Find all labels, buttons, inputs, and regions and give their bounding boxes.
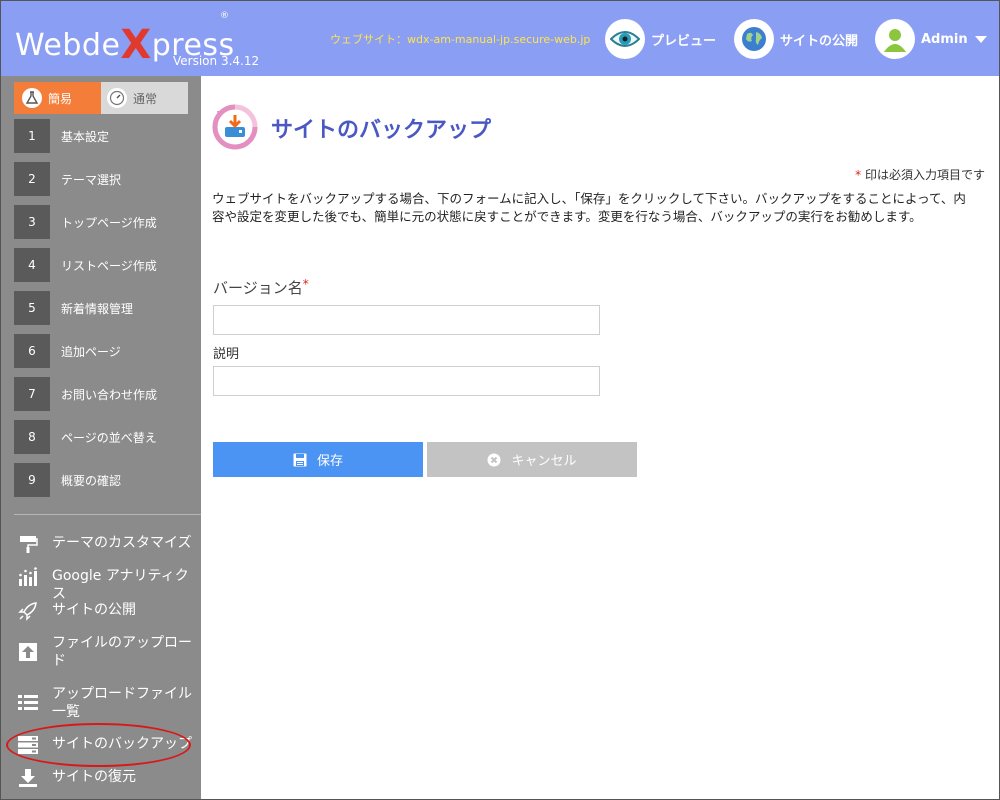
version-name-label: バージョン名* (213, 277, 309, 298)
sidebar: 簡易 通常 1 基本設定 2 テーマ選択 3 トップページ作成 4 リストページ… (1, 76, 201, 799)
bar-chart-icon (17, 567, 39, 587)
required-asterisk: * (302, 277, 309, 291)
download-icon (17, 768, 39, 788)
step-number: 3 (14, 205, 50, 239)
step-number: 6 (14, 334, 50, 368)
required-note: * 印は必須入力項目です (855, 166, 985, 183)
paint-roller-icon (17, 534, 39, 554)
server-icon (17, 735, 39, 755)
version-label: Version 3.4.12 (173, 54, 260, 68)
menu-label: サイトのバックアップ (52, 736, 192, 752)
step-number: 9 (14, 463, 50, 497)
mode-normal-tab[interactable]: 通常 (101, 82, 188, 114)
gauge-icon (107, 88, 127, 108)
step-label: リストページ作成 (61, 258, 157, 273)
menu-label: サイトの復元 (52, 769, 136, 785)
step-number: 4 (14, 248, 50, 282)
menu-site-restore[interactable]: サイトの復元 (17, 768, 192, 788)
menu-theme-customize[interactable]: テーマのカスタマイズ (17, 534, 192, 554)
chevron-down-icon (974, 35, 987, 43)
logo-x: X (120, 22, 152, 68)
step-item[interactable]: 1 基本設定 (14, 119, 201, 153)
menu-label: アップロードファイル一覧 (52, 686, 192, 720)
step-item[interactable]: 2 テーマ選択 (14, 162, 201, 196)
step-number: 8 (14, 420, 50, 454)
sidebar-divider (14, 514, 201, 515)
list-icon (17, 693, 39, 713)
beaker-icon (22, 88, 42, 108)
page-description: ウェブサイトをバックアップする場合、下のフォームに記入し、「保存」をクリックして… (212, 191, 966, 224)
menu-site-backup[interactable]: サイトのバックアップ (17, 735, 192, 755)
menu-uploaded-files[interactable]: アップロードファイル一覧 (17, 685, 192, 721)
menu-google-analytics[interactable]: Google アナリティクス (17, 567, 192, 603)
step-number: 7 (14, 377, 50, 411)
admin-menu[interactable]: Admin (875, 19, 987, 59)
menu-label: Google アナリティクス (52, 568, 189, 602)
user-avatar-icon (875, 19, 915, 59)
backup-icon (211, 103, 259, 151)
eye-icon (605, 19, 645, 59)
rocket-icon (17, 601, 39, 621)
menu-label: サイトの公開 (52, 602, 136, 618)
mode-easy-tab[interactable]: 簡易 (14, 82, 101, 114)
step-label: 追加ページ (61, 344, 121, 359)
logo-text: Webde (15, 28, 121, 63)
save-label: 保存 (316, 454, 343, 469)
step-item[interactable]: 3 トップページ作成 (14, 205, 201, 239)
step-item[interactable]: 4 リストページ作成 (14, 248, 201, 282)
step-label: お問い合わせ作成 (61, 387, 158, 402)
admin-label: Admin (921, 31, 968, 47)
floppy-disk-icon (293, 453, 307, 467)
top-header: WebdeXpress ® Version 3.4.12 ウェブサイト：wdx-… (1, 1, 999, 76)
step-label: トップページ作成 (61, 215, 157, 230)
mode-easy-label: 簡易 (48, 91, 73, 106)
step-item[interactable]: 9 概要の確認 (14, 463, 201, 497)
upload-icon (17, 642, 39, 662)
description-label: 説明 (213, 347, 240, 362)
preview-label: プレビュー (651, 33, 717, 49)
step-label: 基本設定 (61, 129, 110, 144)
site-url[interactable]: ウェブサイト：wdx-am-manual-jp.secure-web.jp (330, 31, 590, 47)
step-number: 1 (14, 119, 50, 153)
step-label: 新着情報管理 (61, 301, 134, 316)
step-label: テーマ選択 (61, 172, 122, 187)
menu-file-upload[interactable]: ファイルのアップロード (17, 634, 192, 670)
menu-site-publish[interactable]: サイトの公開 (17, 601, 192, 621)
close-circle-icon (487, 453, 501, 467)
step-number: 5 (14, 291, 50, 325)
description-input[interactable] (213, 366, 600, 396)
step-label: ページの並べ替え (61, 430, 157, 445)
step-item[interactable]: 5 新着情報管理 (14, 291, 201, 325)
publish-button[interactable]: サイトの公開 (734, 19, 858, 59)
required-note-text: 印は必須入力項目です (861, 168, 985, 182)
publish-label: サイトの公開 (780, 33, 859, 49)
step-number: 2 (14, 162, 50, 196)
preview-button[interactable]: プレビュー (605, 19, 716, 59)
mode-normal-label: 通常 (133, 91, 158, 106)
cancel-label: キャンセル (511, 454, 577, 469)
step-item[interactable]: 8 ページの並べ替え (14, 420, 201, 454)
menu-label: ファイルのアップロード (52, 635, 192, 669)
save-button[interactable]: 保存 (213, 442, 423, 477)
app-window: WebdeXpress ® Version 3.4.12 ウェブサイト：wdx-… (0, 0, 1000, 800)
registered-mark: ® (220, 11, 229, 21)
version-name-input[interactable] (213, 305, 600, 335)
globe-icon (734, 19, 774, 59)
menu-label: テーマのカスタマイズ (52, 535, 192, 551)
main-content: サイトのバックアップ * 印は必須入力項目です ウェブサイトをバックアップする場… (201, 76, 999, 799)
version-name-label-text: バージョン名 (213, 279, 303, 297)
cancel-button[interactable]: キャンセル (427, 442, 637, 477)
step-item[interactable]: 7 お問い合わせ作成 (14, 377, 201, 411)
step-item[interactable]: 6 追加ページ (14, 334, 201, 368)
step-label: 概要の確認 (61, 473, 122, 488)
page-title: サイトのバックアップ (271, 118, 492, 143)
